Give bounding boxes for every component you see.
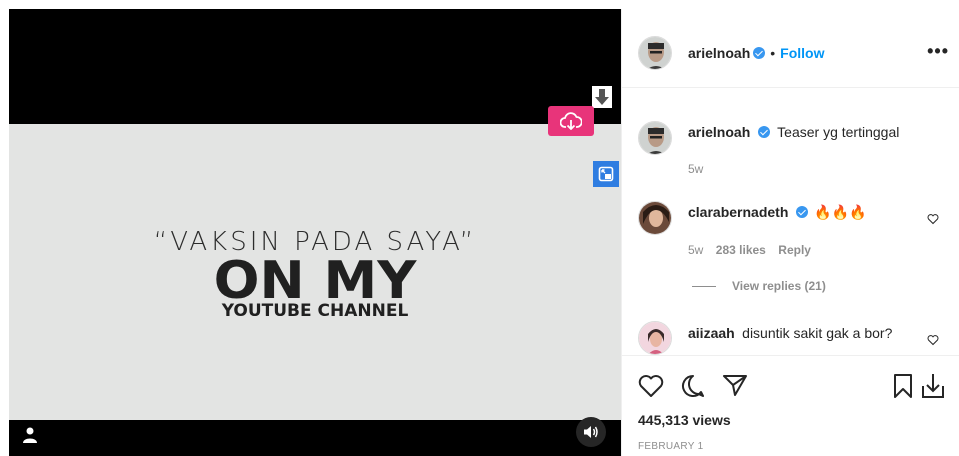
comment-icon[interactable]	[680, 374, 706, 398]
comment-author[interactable]: clarabernadeth	[688, 204, 788, 220]
header-separator: •	[770, 45, 776, 61]
commenter-avatar[interactable]	[638, 201, 672, 235]
view-replies-label: View replies (21)	[732, 279, 826, 293]
follow-button[interactable]: Follow	[780, 45, 824, 61]
download-arrow-icon[interactable]	[592, 86, 612, 108]
caption-avatar[interactable]	[638, 121, 672, 155]
post-date: FEBRUARY 1	[638, 441, 704, 452]
author-avatar[interactable]	[638, 36, 672, 70]
more-options-icon[interactable]: •••	[927, 41, 949, 62]
view-count[interactable]: 445,313 views	[638, 412, 731, 428]
like-heart-icon[interactable]	[638, 374, 664, 398]
video-player[interactable]: “VAKSIN PADA SAYA” ON MY YOUTUBE CHANNEL	[9, 9, 621, 456]
post-header: arielnoah • Follow	[688, 36, 824, 70]
reply-button[interactable]: Reply	[778, 243, 811, 257]
view-replies-toggle[interactable]: View replies (21)	[692, 279, 826, 293]
comment-clip: aiizaah disuntik sakit gak a bor?	[622, 309, 959, 355]
tagged-user-icon[interactable]	[23, 427, 37, 443]
comment-age[interactable]: 5w	[688, 243, 703, 257]
caption-author[interactable]: arielnoah	[688, 124, 750, 140]
verified-badge-icon	[795, 206, 808, 218]
replies-line	[692, 285, 716, 287]
comment-author[interactable]: aiizaah	[688, 325, 735, 341]
comment-meta: 5w 283 likes Reply	[688, 241, 811, 259]
picture-in-picture-icon[interactable]	[593, 161, 619, 187]
caption-line: arielnoah Teaser yg tertinggal	[688, 124, 899, 142]
comment-text: 🔥🔥🔥	[814, 204, 867, 220]
video-text-line3: YOUTUBE CHANNEL	[221, 301, 409, 321]
instagram-post-view: “VAKSIN PADA SAYA” ON MY YOUTUBE CHANNEL	[0, 0, 959, 456]
header-divider	[622, 87, 959, 88]
download-icon[interactable]	[920, 372, 946, 400]
caption-age[interactable]: 5w	[688, 162, 703, 176]
comment-text: disuntik sakit gak a bor?	[742, 325, 893, 341]
save-bookmark-icon[interactable]	[892, 373, 914, 399]
share-icon[interactable]	[722, 373, 748, 397]
comments-divider	[622, 355, 959, 356]
comment-line: aiizaah disuntik sakit gak a bor?	[688, 325, 892, 343]
caption-text: Teaser yg tertinggal	[777, 124, 900, 140]
cloud-download-button[interactable]	[548, 106, 594, 136]
like-comment-heart-icon[interactable]	[927, 334, 939, 346]
like-comment-heart-icon[interactable]	[927, 213, 939, 225]
commenter-avatar[interactable]	[638, 321, 672, 355]
author-username[interactable]: arielnoah	[688, 45, 750, 61]
comment-line: clarabernadeth 🔥🔥🔥	[688, 204, 867, 222]
verified-badge-icon	[757, 126, 770, 138]
verified-badge-icon	[753, 47, 766, 59]
volume-icon[interactable]	[576, 417, 606, 447]
video-frame: “VAKSIN PADA SAYA” ON MY YOUTUBE CHANNEL	[9, 124, 621, 420]
comment-likes[interactable]: 283 likes	[716, 243, 766, 257]
action-bar	[638, 372, 948, 400]
post-details-panel: arielnoah • Follow ••• arielnoah Teaser …	[621, 9, 959, 456]
